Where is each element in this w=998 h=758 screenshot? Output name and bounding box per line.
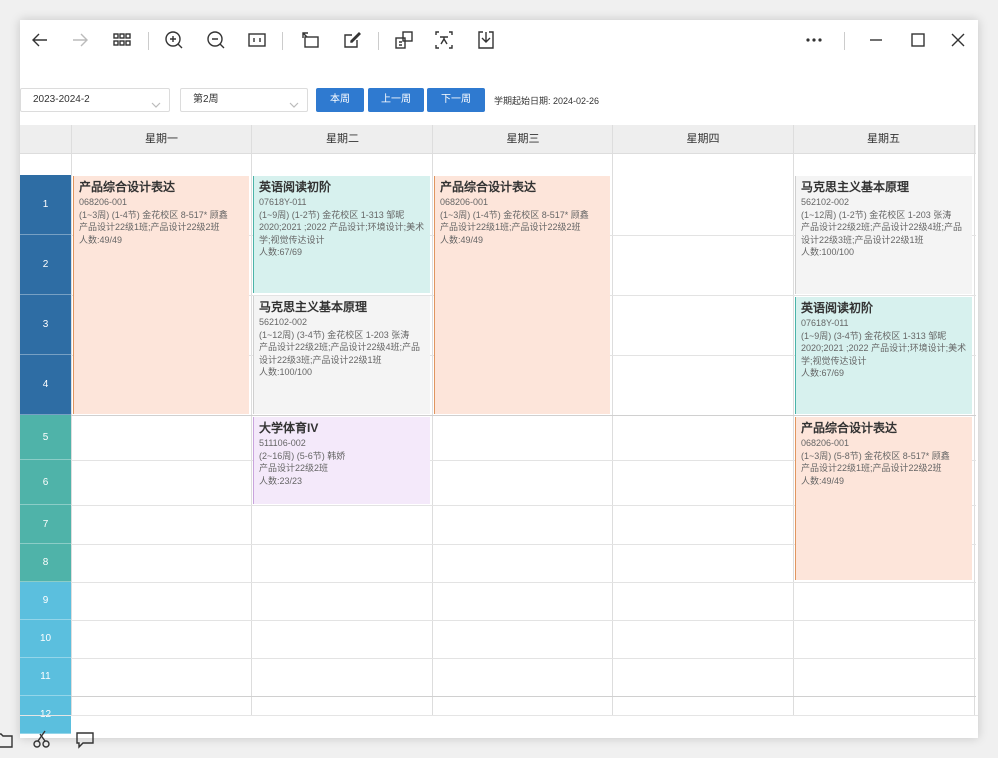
viewer-toolbar (20, 20, 978, 60)
course-card[interactable]: 产品综合设计表达 068206-001 (1~3周) (1-4节) 金花校区 8… (434, 176, 610, 414)
header-friday: 星期五 (867, 133, 900, 145)
course-detail: (1~3周) (5-8节) 金花校区 8-517* 顾鑫 (801, 450, 950, 461)
scissors-icon[interactable] (32, 728, 54, 750)
header-wednesday: 星期三 (506, 133, 540, 145)
zoom-in-icon[interactable] (162, 28, 186, 52)
course-name: 英语阅读初阶 (259, 180, 332, 194)
weekday-header: 星期一 星期二 星期三 星期四 星期五 (20, 125, 976, 154)
header-thursday: 星期四 (686, 133, 720, 145)
period-label: 11 (20, 658, 71, 696)
course-name: 产品综合设计表达 (79, 180, 176, 194)
course-count: 人数:23/23 (259, 475, 303, 486)
course-code: 07618Y-011 (801, 318, 849, 328)
next-week-button[interactable]: 下一周 (427, 88, 485, 112)
prev-week-button[interactable]: 上一周 (368, 88, 424, 112)
actual-size-icon[interactable] (245, 28, 269, 52)
course-count: 人数:67/69 (259, 247, 303, 257)
period-label: 3 (20, 295, 71, 355)
course-detail: (1~3周) (1-4节) 金花校区 8-517* 顾鑫 (79, 209, 228, 220)
course-count: 人数:49/49 (440, 234, 484, 245)
chevron-down-icon (151, 96, 161, 108)
course-name: 产品综合设计表达 (440, 180, 537, 194)
course-detail: (1~3周) (1-4节) 金花校区 8-517* 顾鑫 (440, 209, 589, 220)
forward-arrow-icon[interactable] (68, 28, 92, 52)
chat-bubble-icon[interactable] (74, 728, 96, 750)
divider (20, 715, 978, 716)
period-label: 6 (20, 460, 71, 505)
course-card[interactable]: 英语阅读初阶 07618Y-011 (1~9周) (1-2节) 金花校区 1-3… (253, 176, 430, 293)
course-classes: 产品设计22级2班;产品设计22级4班;产品设计22级3班;产品设计22级1班 (801, 222, 963, 245)
course-name: 大学体育IV (259, 421, 319, 435)
course-detail: (2~16周) (5-6节) 韩娇 (259, 450, 346, 461)
term-start-date: 学期起始日期: 2024-02-26 (494, 96, 600, 106)
course-classes: 产品设计22级1班;产品设计22级2班 (801, 463, 942, 473)
course-classes: 产品设计22级1班;产品设计22级2班 (440, 222, 581, 232)
course-classes: 2020;2021 ;2022 产品设计;环境设计;美术学;视觉传达设计 (801, 343, 967, 366)
week-select[interactable]: 第2周 (180, 88, 308, 112)
course-name: 产品综合设计表达 (801, 421, 898, 435)
translate-icon[interactable] (432, 28, 456, 52)
course-detail: (1~12周) (1-2节) 金花校区 1-203 张涛 (801, 209, 952, 220)
period-label: 5 (20, 415, 71, 460)
period-label: 1 (20, 175, 71, 235)
course-name: 英语阅读初阶 (801, 301, 874, 315)
download-icon[interactable] (474, 28, 498, 52)
more-icon[interactable] (802, 28, 826, 52)
course-count: 人数:67/69 (801, 368, 845, 378)
period-label: 2 (20, 235, 71, 295)
folder-icon[interactable] (0, 728, 14, 750)
course-card[interactable]: 产品综合设计表达 068206-001 (1~3周) (1-4节) 金花校区 8… (73, 176, 249, 414)
schedule-controls: 2023-2024-2 第2周 本周 上一周 下一周 学期起始日期: 2024-… (20, 88, 978, 114)
header-monday: 星期一 (145, 133, 178, 145)
zoom-out-icon[interactable] (204, 28, 228, 52)
course-code: 068206-001 (801, 438, 850, 448)
course-name: 马克思主义基本原理 (259, 300, 368, 314)
period-label: 9 (20, 582, 71, 620)
period-label: 8 (20, 544, 71, 582)
course-count: 人数:100/100 (259, 367, 313, 377)
term-select[interactable]: 2023-2024-2 (20, 88, 170, 112)
course-classes: 产品设计22级2班 (259, 463, 329, 473)
course-code: 07618Y-011 (259, 197, 307, 207)
course-detail: (1~9周) (3-4节) 金花校区 1-313 邹昵 (801, 330, 947, 341)
period-label: 10 (20, 620, 71, 658)
course-card[interactable]: 马克思主义基本原理 562102-002 (1~12周) (1-2节) 金花校区… (795, 176, 972, 294)
edit-icon[interactable] (340, 28, 364, 52)
course-classes: 2020;2021 ;2022 产品设计;环境设计;美术学;视觉传达设计 (259, 222, 425, 245)
course-classes: 产品设计22级2班;产品设计22级4班;产品设计22级3班;产品设计22级1班 (259, 342, 421, 365)
course-code: 511106-002 (259, 438, 306, 448)
course-classes: 产品设计22级1班;产品设计22级2班 (79, 222, 220, 232)
extract-text-icon[interactable] (392, 28, 416, 52)
course-detail: (1~12周) (3-4节) 金花校区 1-203 张涛 (259, 329, 410, 340)
course-code: 068206-001 (79, 197, 128, 207)
close-icon[interactable] (946, 28, 970, 52)
course-card[interactable]: 英语阅读初阶 07618Y-011 (1~9周) (3-4节) 金花校区 1-3… (795, 297, 972, 414)
viewer-window: 2023-2024-2 第2周 本周 上一周 下一周 学期起始日期: 2024-… (20, 20, 978, 738)
course-code: 068206-001 (440, 197, 489, 207)
course-detail: (1~9周) (1-2节) 金花校区 1-313 邹昵 (259, 209, 405, 220)
rotate-icon[interactable] (298, 28, 322, 52)
course-code: 562102-002 (801, 197, 850, 207)
course-count: 人数:100/100 (801, 247, 855, 257)
course-card[interactable]: 马克思主义基本原理 562102-002 (1~12周) (3-4节) 金花校区… (253, 296, 430, 414)
period-label: 4 (20, 355, 71, 415)
minimize-icon[interactable] (864, 28, 888, 52)
course-code: 562102-002 (259, 317, 308, 327)
course-name: 马克思主义基本原理 (801, 180, 910, 194)
course-card[interactable]: 大学体育IV 511106-002 (2~16周) (5-6节) 韩娇 产品设计… (253, 417, 430, 504)
this-week-button[interactable]: 本周 (316, 88, 364, 112)
maximize-icon[interactable] (906, 28, 930, 52)
course-card[interactable]: 产品综合设计表达 068206-001 (1~3周) (5-8节) 金花校区 8… (795, 417, 972, 580)
chevron-down-icon (289, 96, 299, 108)
course-count: 人数:49/49 (801, 475, 845, 486)
term-select-value: 2023-2024-2 (33, 94, 90, 105)
header-tuesday: 星期二 (326, 133, 359, 145)
course-count: 人数:49/49 (79, 234, 123, 245)
period-label: 7 (20, 505, 71, 544)
week-select-value: 第2周 (193, 94, 219, 105)
back-arrow-icon[interactable] (28, 28, 52, 52)
grid-icon[interactable] (110, 28, 134, 52)
